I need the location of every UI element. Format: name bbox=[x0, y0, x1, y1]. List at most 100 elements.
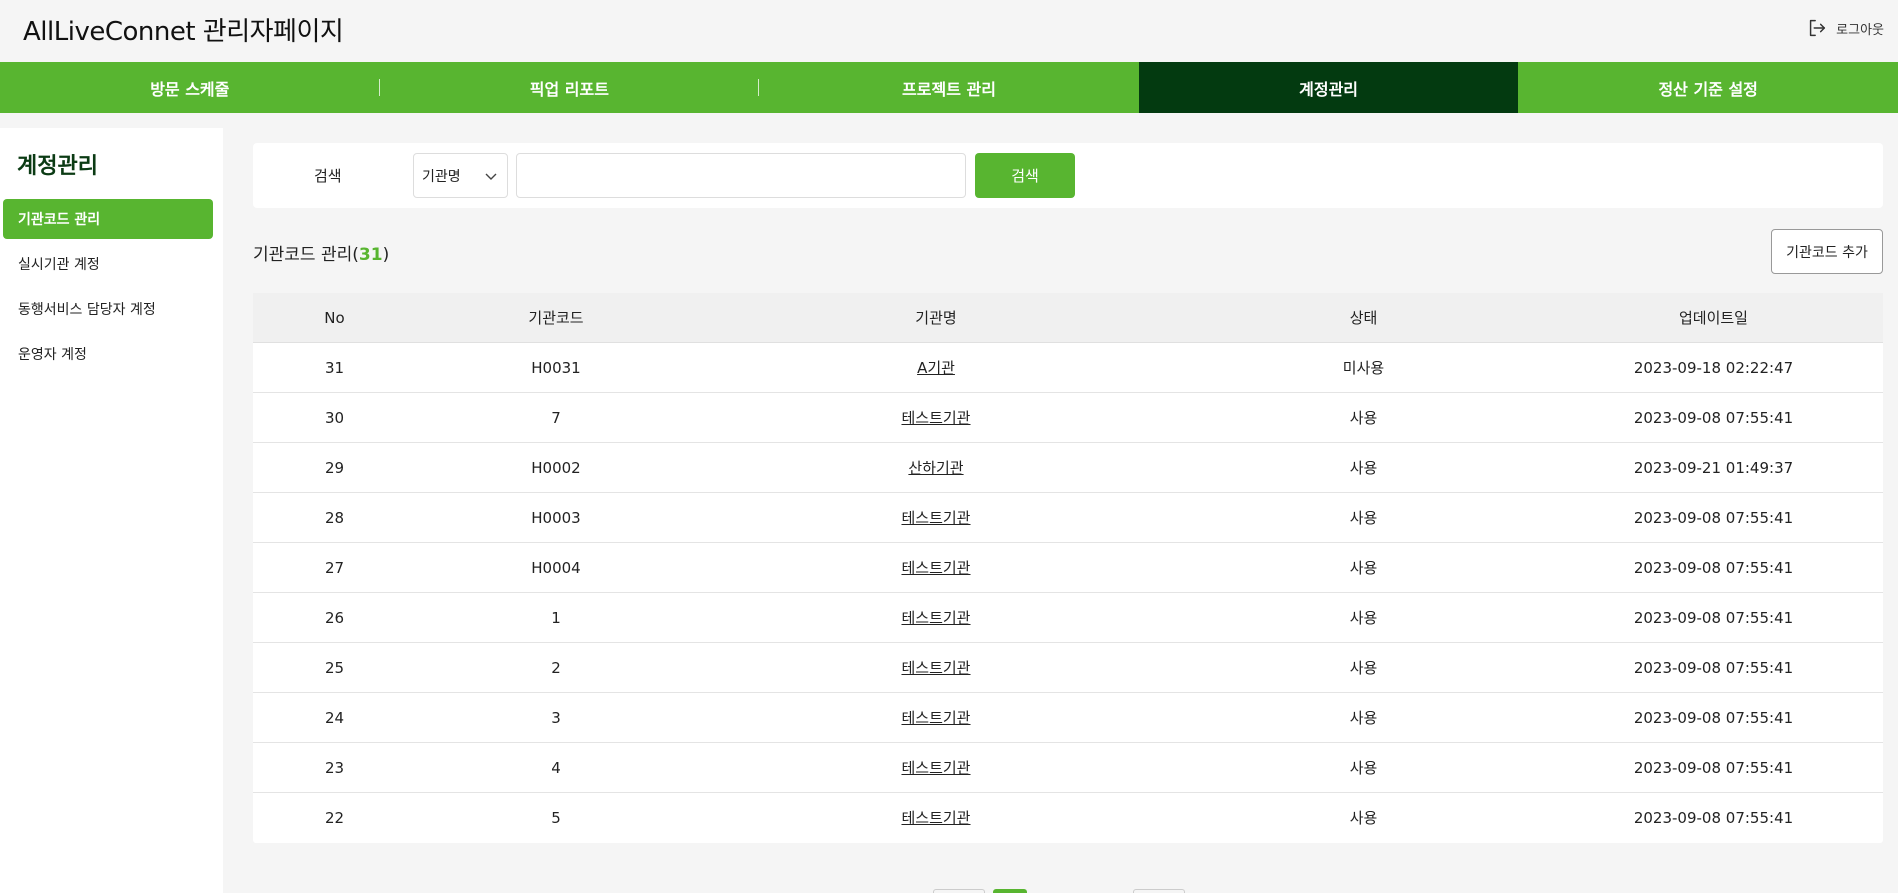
agency-name-link[interactable]: 테스트기관 bbox=[901, 409, 970, 427]
cell-no: 22 bbox=[253, 793, 416, 843]
cell-name: 테스트기관 bbox=[696, 493, 1176, 543]
cell-no: 24 bbox=[253, 693, 416, 743]
table-header: No 기관코드 기관명 상태 업데이트일 bbox=[253, 293, 1883, 343]
pagination-next-button[interactable] bbox=[1133, 889, 1185, 893]
agency-name-link[interactable]: 테스트기관 bbox=[901, 809, 970, 827]
cell-status: 미사용 bbox=[1176, 343, 1551, 393]
cell-code: H0004 bbox=[416, 543, 696, 593]
cell-status-text: 사용 bbox=[1349, 509, 1378, 527]
agency-name-link[interactable]: 테스트기관 bbox=[901, 609, 970, 627]
cell-status-text: 사용 bbox=[1349, 759, 1378, 777]
cell-name: A기관 bbox=[696, 343, 1176, 393]
cell-updated: 2023-09-08 07:55:41 bbox=[1551, 693, 1876, 743]
cell-name: 테스트기관 bbox=[696, 393, 1176, 443]
table-body: 31 H0031 A기관 미사용 2023-09-18 02:22:47 30 7 테스트기관… bbox=[253, 343, 1883, 843]
cell-code-text: 4 bbox=[551, 759, 561, 777]
agency-name-link[interactable]: A기관 bbox=[917, 359, 955, 377]
cell-no-text: 28 bbox=[324, 509, 345, 527]
cell-status: 사용 bbox=[1176, 593, 1551, 643]
cell-updated: 2023-09-18 02:22:47 bbox=[1551, 343, 1876, 393]
cell-updated: 2023-09-08 07:55:41 bbox=[1551, 543, 1876, 593]
cell-status: 사용 bbox=[1176, 443, 1551, 493]
cell-no: 31 bbox=[253, 343, 416, 393]
cell-updated: 2023-09-08 07:55:41 bbox=[1551, 793, 1876, 843]
pagination-prev-button[interactable] bbox=[933, 889, 985, 893]
sidebar-item-operator-account[interactable]: 운영자 계정 bbox=[3, 334, 213, 374]
cell-code: 5 bbox=[416, 793, 696, 843]
agency-code-table: No 기관코드 기관명 상태 업데이트일 31 H0031 A기관 미사용 2023-0… bbox=[253, 293, 1883, 843]
tab-account-management[interactable]: 계정관리 bbox=[1138, 62, 1519, 113]
pagination bbox=[933, 889, 1185, 893]
table-row: 25 2 테스트기관 사용 2023-09-08 07:55:41 bbox=[253, 643, 1883, 693]
search-panel: 검색 기관명 검색 bbox=[253, 143, 1883, 208]
cell-status-text: 미사용 bbox=[1342, 359, 1385, 377]
search-type-value: 기관명 bbox=[422, 168, 461, 185]
column-header-no: No bbox=[324, 309, 345, 327]
app-title: AllLiveConnet 관리자페이지 bbox=[23, 17, 344, 47]
agency-name-link[interactable]: 테스트기관 bbox=[901, 559, 970, 577]
cell-code: 7 bbox=[416, 393, 696, 443]
cell-no-text: 24 bbox=[324, 709, 345, 727]
pagination-page-button[interactable] bbox=[993, 889, 1027, 893]
agency-name-link[interactable]: 테스트기관 bbox=[901, 759, 970, 777]
sidebar: 계정관리 기관코드 관리 실시기관 계정 동행서비스 담당자 계정 운영자 계정 bbox=[0, 128, 223, 893]
sidebar-item-institution-account[interactable]: 실시기관 계정 bbox=[3, 244, 213, 284]
cell-updated-text: 2023-09-08 07:55:41 bbox=[1633, 809, 1794, 827]
cell-code: 3 bbox=[416, 693, 696, 743]
cell-updated: 2023-09-08 07:55:41 bbox=[1551, 743, 1876, 793]
cell-status: 사용 bbox=[1176, 693, 1551, 743]
tab-visit-schedule[interactable]: 방문 스케줄 bbox=[0, 62, 380, 113]
cell-status-text: 사용 bbox=[1349, 559, 1378, 577]
cell-updated-text: 2023-09-08 07:55:41 bbox=[1633, 609, 1794, 627]
cell-code-text: 2 bbox=[551, 659, 561, 677]
search-input[interactable] bbox=[516, 153, 966, 198]
cell-code: H0002 bbox=[416, 443, 696, 493]
app-header: AllLiveConnet 관리자페이지 로그아웃 bbox=[0, 0, 1898, 62]
cell-status: 사용 bbox=[1176, 493, 1551, 543]
table-row: 23 4 테스트기관 사용 2023-09-08 07:55:41 bbox=[253, 743, 1883, 793]
cell-status: 사용 bbox=[1176, 393, 1551, 443]
cell-name: 테스트기관 bbox=[696, 543, 1176, 593]
cell-updated-text: 2023-09-08 07:55:41 bbox=[1633, 409, 1794, 427]
cell-no: 30 bbox=[253, 393, 416, 443]
logout-label: 로그아웃 bbox=[1836, 22, 1884, 38]
add-agency-code-button[interactable]: 기관코드 추가 bbox=[1771, 229, 1883, 274]
column-header-updated: 업데이트일 bbox=[1678, 309, 1748, 327]
cell-updated-text: 2023-09-08 07:55:41 bbox=[1633, 709, 1794, 727]
sidebar-item-companion-service-account[interactable]: 동행서비스 담당자 계정 bbox=[3, 289, 213, 329]
cell-no: 26 bbox=[253, 593, 416, 643]
cell-code-text: H0003 bbox=[531, 509, 581, 527]
list-title-text: 기관코드 관리 bbox=[253, 245, 353, 265]
cell-status: 사용 bbox=[1176, 793, 1551, 843]
agency-name-link[interactable]: 테스트기관 bbox=[901, 659, 970, 677]
cell-name: 테스트기관 bbox=[696, 643, 1176, 693]
cell-status-text: 사용 bbox=[1349, 609, 1378, 627]
logout-button[interactable]: 로그아웃 bbox=[1806, 16, 1884, 40]
cell-updated-text: 2023-09-08 07:55:41 bbox=[1633, 509, 1794, 527]
agency-name-link[interactable]: 테스트기관 bbox=[901, 709, 970, 727]
column-header-code: 기관코드 bbox=[528, 309, 584, 327]
cell-no-text: 26 bbox=[324, 609, 345, 627]
agency-name-link[interactable]: 산하기관 bbox=[908, 459, 963, 477]
tab-project-management[interactable]: 프로젝트 관리 bbox=[759, 62, 1139, 113]
table-row: 31 H0031 A기관 미사용 2023-09-18 02:22:47 bbox=[253, 343, 1883, 393]
cell-updated: 2023-09-08 07:55:41 bbox=[1551, 593, 1876, 643]
table-row: 22 5 테스트기관 사용 2023-09-08 07:55:41 bbox=[253, 793, 1883, 843]
agency-name-link[interactable]: 테스트기관 bbox=[901, 509, 970, 527]
tab-settlement-settings[interactable]: 정산 기준 설정 bbox=[1518, 62, 1898, 113]
chevron-down-icon bbox=[485, 173, 497, 180]
cell-code: H0031 bbox=[416, 343, 696, 393]
cell-name: 산하기관 bbox=[696, 443, 1176, 493]
search-button[interactable]: 검색 bbox=[975, 153, 1075, 198]
sidebar-item-agency-code[interactable]: 기관코드 관리 bbox=[3, 199, 213, 239]
top-nav: 방문 스케줄 픽업 리포트 프로젝트 관리 계정관리 정산 기준 설정 bbox=[0, 62, 1898, 113]
cell-updated-text: 2023-09-08 07:55:41 bbox=[1633, 559, 1794, 577]
tab-pickup-report[interactable]: 픽업 리포트 bbox=[380, 62, 760, 113]
search-type-select[interactable]: 기관명 bbox=[413, 153, 508, 198]
cell-code-text: H0004 bbox=[531, 559, 581, 577]
cell-no-text: 29 bbox=[324, 459, 345, 477]
cell-status-text: 사용 bbox=[1349, 409, 1378, 427]
cell-name: 테스트기관 bbox=[696, 743, 1176, 793]
cell-updated-text: 2023-09-18 02:22:47 bbox=[1633, 359, 1794, 377]
cell-no: 29 bbox=[253, 443, 416, 493]
